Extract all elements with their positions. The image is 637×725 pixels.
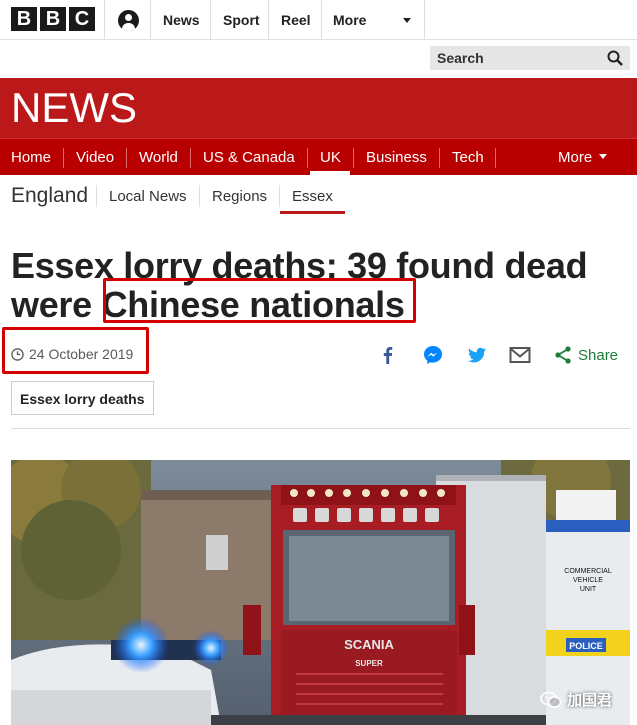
- nav-item-video[interactable]: Video: [76, 149, 114, 166]
- divider: [353, 148, 354, 168]
- search-placeholder: Search: [437, 50, 484, 66]
- annotation-box-headline: [103, 278, 416, 323]
- subnav-item-regions[interactable]: Regions: [212, 188, 267, 205]
- section-title[interactable]: England: [11, 184, 88, 208]
- divider: [63, 148, 64, 168]
- twitter-icon[interactable]: [466, 344, 488, 366]
- watermark: 加国君: [540, 689, 612, 710]
- share-icon[interactable]: [554, 344, 572, 366]
- nav-item-business[interactable]: Business: [366, 149, 427, 166]
- bbc-logo-letter: B: [11, 7, 37, 31]
- nav-item-more[interactable]: More: [558, 149, 592, 166]
- chevron-down-icon[interactable]: [599, 154, 607, 159]
- subnav-item-essex[interactable]: Essex: [292, 188, 333, 205]
- subnav-item-local-news[interactable]: Local News: [109, 188, 187, 205]
- divider: [321, 0, 322, 40]
- top-link-news[interactable]: News: [163, 12, 200, 28]
- search-input[interactable]: Search: [430, 46, 630, 70]
- truck-grill-text: SUPER: [355, 659, 383, 668]
- divider: [104, 0, 105, 40]
- masthead: B B C News Sport Reel More: [0, 0, 637, 40]
- divider: [268, 0, 269, 40]
- lorry-scene-illustration: SCANIA SUPER COMMERCIAL VEHICLE UNIT POL…: [11, 460, 630, 725]
- bbc-logo-letter: C: [69, 7, 95, 31]
- share-button[interactable]: Share: [578, 347, 618, 364]
- messenger-icon[interactable]: [422, 344, 444, 366]
- top-link-more[interactable]: More: [333, 12, 366, 28]
- divider: [439, 148, 440, 168]
- nav-item-tech[interactable]: Tech: [452, 149, 484, 166]
- divider: [11, 428, 630, 429]
- nav-item-world[interactable]: World: [139, 149, 178, 166]
- nav-item-us-canada[interactable]: US & Canada: [203, 149, 295, 166]
- divider: [96, 185, 97, 207]
- search-icon[interactable]: [607, 50, 623, 66]
- headline-line-2-prefix: were: [11, 284, 102, 325]
- annotation-box-date: [2, 327, 149, 374]
- subnav-active-indicator: [280, 211, 345, 214]
- bbc-logo-letter: B: [40, 7, 66, 31]
- account-icon[interactable]: [118, 10, 139, 31]
- van-text-2: VEHICLE: [573, 577, 603, 584]
- van-text-4: POLICE: [569, 641, 603, 651]
- main-nav: Home Video World US & Canada UK Business…: [0, 138, 637, 175]
- top-link-sport[interactable]: Sport: [223, 12, 260, 28]
- divider: [150, 0, 151, 40]
- van-text-1: COMMERCIAL: [564, 568, 612, 575]
- nav-active-indicator: [310, 171, 350, 175]
- nav-item-home[interactable]: Home: [11, 149, 51, 166]
- nav-item-uk[interactable]: UK: [320, 149, 341, 166]
- divider: [495, 148, 496, 168]
- divider: [199, 185, 200, 207]
- chevron-down-icon[interactable]: [403, 18, 411, 23]
- topic-tag[interactable]: Essex lorry deaths: [11, 381, 154, 415]
- divider: [126, 148, 127, 168]
- divider: [190, 148, 191, 168]
- van-text-3: UNIT: [580, 586, 597, 593]
- divider: [210, 0, 211, 40]
- wechat-icon: [540, 691, 562, 708]
- watermark-text: 加国君: [567, 692, 613, 709]
- truck-brand-text: SCANIA: [344, 637, 394, 652]
- news-logo[interactable]: NEWS: [11, 84, 137, 132]
- divider: [424, 0, 425, 40]
- top-link-reel[interactable]: Reel: [281, 12, 311, 28]
- email-icon[interactable]: [509, 344, 531, 366]
- divider: [279, 185, 280, 207]
- article-photo: SCANIA SUPER COMMERCIAL VEHICLE UNIT POL…: [11, 460, 630, 725]
- divider: [307, 148, 308, 168]
- facebook-icon[interactable]: [377, 344, 399, 366]
- bbc-logo[interactable]: B B C: [11, 7, 95, 31]
